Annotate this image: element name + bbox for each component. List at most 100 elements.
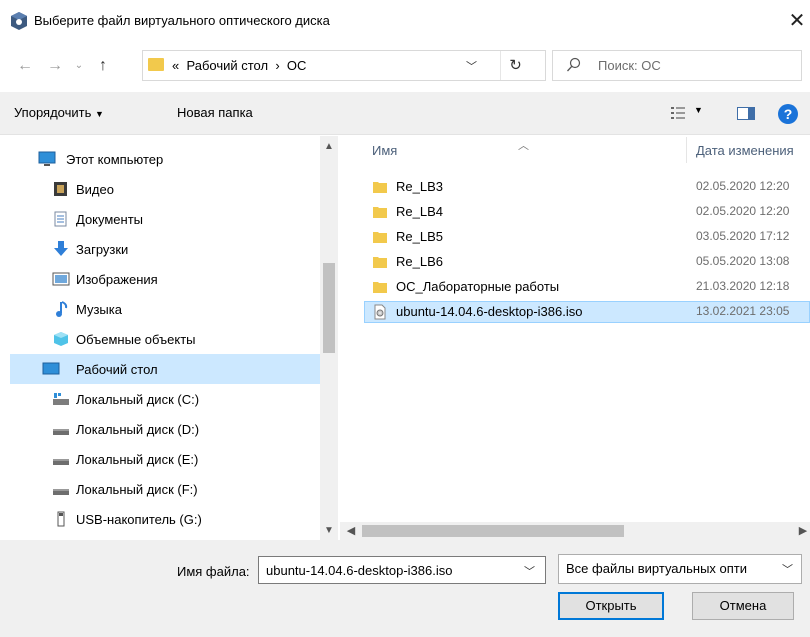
file-type-filter-value: Все файлы виртуальных опти [566, 561, 748, 576]
nav-item-label: Музыка [76, 302, 122, 317]
nav-item-label: USB-накопитель (G:) [76, 512, 202, 527]
view-options-icon[interactable] [670, 106, 686, 120]
file-name: Re_LB6 [396, 254, 443, 269]
usb-drive-icon [57, 511, 65, 527]
chevron-down-icon: ▼ [94, 109, 104, 119]
file-row-selected[interactable]: ubuntu-14.04.6-desktop-i386.iso 13.02.20… [364, 301, 810, 323]
folder-icon [373, 257, 387, 268]
open-button[interactable]: Открыть [558, 592, 664, 620]
drive-icon [53, 459, 69, 465]
video-icon [54, 182, 67, 196]
drive-icon [53, 489, 69, 495]
nav-item-label: Загрузки [76, 242, 129, 257]
file-row[interactable]: Re_LB5 03.05.2020 17:12 [364, 226, 810, 248]
column-header-date[interactable]: Дата изменения [696, 143, 794, 158]
recent-locations-chevron-icon[interactable]: ⌄ [72, 55, 86, 77]
file-row[interactable]: ОС_Лабораторные работы 21.03.2020 12:18 [364, 276, 810, 298]
nav-item-label: Рабочий стол [76, 362, 158, 377]
search-icon [567, 57, 581, 72]
nav-item-label: Локальный диск (D:) [76, 422, 200, 437]
nav-item-drive-d[interactable]: Локальный диск (D:) [10, 414, 321, 444]
nav-item-downloads[interactable]: Загрузки [10, 234, 321, 264]
nav-item-label: Видео [76, 182, 114, 197]
pictures-icon [52, 272, 70, 286]
scroll-down-icon[interactable]: ▼ [320, 522, 338, 540]
nav-item-label: Объемные объекты [76, 332, 196, 347]
file-row[interactable]: Re_LB3 02.05.2020 12:20 [364, 176, 810, 198]
nav-item-pictures[interactable]: Изображения [10, 264, 321, 294]
nav-item-documents[interactable]: Документы [10, 204, 321, 234]
navigation-pane: Этот компьютер Видео Документы Загрузки … [0, 136, 330, 540]
folder-icon [148, 58, 164, 71]
filter-dropdown-chevron-icon[interactable]: ﹀ [782, 561, 793, 577]
file-name: Re_LB4 [396, 204, 443, 219]
file-date: 21.03.2020 12:18 [696, 279, 790, 293]
nav-item-label: Этот компьютер [66, 152, 164, 167]
breadcrumb-desktop[interactable]: Рабочий стол [186, 58, 268, 73]
back-arrow-icon[interactable]: ← [16, 55, 34, 77]
file-row[interactable]: Re_LB6 05.05.2020 13:08 [364, 251, 810, 273]
breadcrumb-overflow[interactable]: « [172, 58, 179, 73]
nav-item-3d-objects[interactable]: Объемные объекты [10, 324, 321, 354]
file-date: 03.05.2020 17:12 [696, 229, 790, 243]
downloads-icon [54, 241, 68, 256]
organize-label: Упорядочить [14, 105, 92, 120]
cancel-button[interactable]: Отмена [692, 592, 794, 620]
nav-item-video[interactable]: Видео [10, 174, 321, 204]
column-divider[interactable] [686, 137, 687, 163]
filename-label: Имя файла: [177, 564, 250, 579]
file-date: 13.02.2021 23:05 [696, 304, 790, 318]
nav-item-desktop[interactable]: Рабочий стол [10, 354, 321, 384]
file-name: Re_LB5 [396, 229, 443, 244]
virtualbox-icon [11, 12, 27, 30]
scroll-up-icon[interactable]: ▲ [320, 138, 338, 156]
nav-item-drive-e[interactable]: Локальный диск (E:) [10, 444, 321, 474]
address-dropdown-chevron-icon[interactable]: ﹀ [466, 58, 477, 74]
scrollbar-thumb[interactable] [323, 263, 335, 353]
breadcrumb: « Рабочий стол › ОС [172, 58, 306, 73]
nav-item-drive-c[interactable]: Локальный диск (C:) [10, 384, 321, 414]
nav-item-music[interactable]: Музыка [10, 294, 321, 324]
up-arrow-icon[interactable]: ↑ [94, 55, 112, 77]
help-icon[interactable]: ? [778, 104, 798, 124]
file-date: 02.05.2020 12:20 [696, 204, 790, 218]
file-date: 02.05.2020 12:20 [696, 179, 790, 193]
nav-item-label: Локальный диск (E:) [76, 452, 199, 467]
nav-item-drive-f[interactable]: Локальный диск (F:) [10, 474, 321, 504]
filename-value: ubuntu-14.04.6-desktop-i386.iso [266, 563, 453, 578]
file-name: Re_LB3 [396, 179, 443, 194]
organize-button[interactable]: Упорядочить ▼ [14, 105, 104, 120]
nav-item-label: Документы [76, 212, 144, 227]
preview-pane-icon[interactable] [737, 107, 755, 120]
breadcrumb-os[interactable]: ОС [287, 58, 307, 73]
3d-objects-icon [54, 332, 68, 346]
sort-indicator-icon: ︿ [518, 140, 529, 152]
new-folder-button[interactable]: Новая папка [177, 105, 253, 120]
desktop-icon [42, 362, 60, 375]
nav-item-label: Локальный диск (C:) [76, 392, 200, 407]
scroll-left-icon[interactable]: ◀ [342, 522, 360, 540]
computer-icon [38, 151, 56, 166]
music-icon [56, 301, 68, 317]
folder-icon [373, 232, 387, 243]
system-drive-icon [53, 393, 69, 405]
scrollbar-thumb[interactable] [362, 525, 624, 537]
file-row[interactable]: Re_LB4 02.05.2020 12:20 [364, 201, 810, 223]
nav-item-this-pc[interactable]: Этот компьютер [10, 144, 321, 174]
close-button[interactable]: ✕ [784, 6, 810, 36]
nav-item-label: Локальный диск (F:) [76, 482, 198, 497]
disc-image-icon [374, 304, 386, 320]
window-title: Выберите файл виртуального оптического д… [34, 13, 330, 28]
scroll-right-icon[interactable]: ▶ [796, 522, 810, 540]
folder-icon [373, 207, 387, 218]
drive-icon [53, 429, 69, 435]
search-input[interactable] [552, 50, 802, 81]
refresh-icon[interactable]: ↻ [500, 51, 530, 80]
filename-dropdown-chevron-icon[interactable]: ﹀ [524, 563, 535, 579]
view-dropdown-chevron-icon[interactable]: ▼ [694, 105, 703, 115]
nav-item-usb-drive[interactable]: USB-накопитель (G:) [10, 504, 321, 534]
file-date: 05.05.2020 13:08 [696, 254, 790, 268]
documents-icon [54, 211, 67, 227]
column-header-name[interactable]: Имя [372, 143, 397, 158]
forward-arrow-icon[interactable]: → [46, 55, 64, 77]
